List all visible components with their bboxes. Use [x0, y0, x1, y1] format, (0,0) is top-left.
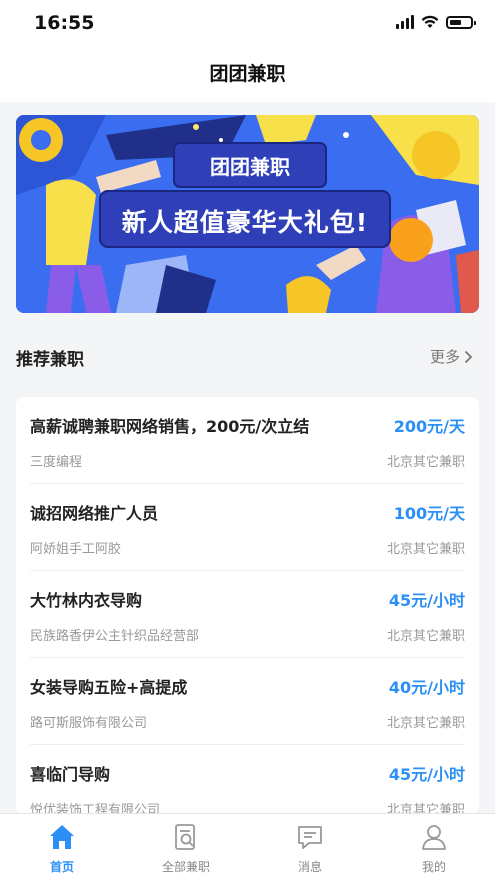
job-salary: 200元/天 — [393, 417, 465, 436]
job-title: 喜临门导购 — [30, 765, 111, 784]
job-company: 三度编程 — [30, 455, 83, 470]
tab-label: 全部兼职 — [161, 860, 210, 874]
section-title: 推荐兼职 — [16, 350, 84, 370]
status-icons — [396, 15, 476, 29]
chevron-right-icon — [464, 350, 473, 363]
status-bar: 16:55 — [0, 0, 495, 50]
job-list: 高薪诚聘兼职网络销售，200元/次立结 200元/天 三度编程 北京其它兼职 诚… — [16, 397, 479, 815]
tab-label: 我的 — [421, 860, 446, 874]
job-list-item[interactable]: 喜临门导购 45元/小时 悦优装饰工程有限公司 北京其它兼职 — [16, 745, 479, 815]
job-company: 路可斯服饰有限公司 — [30, 716, 148, 731]
banner-headline: 新人超值豪华大礼包! — [121, 208, 369, 237]
job-salary: 100元/天 — [393, 504, 465, 523]
bottom-tab-bar: 首页 全部兼职 消息 我的 — [0, 813, 495, 881]
job-location: 北京其它兼职 — [386, 716, 465, 731]
job-list-item[interactable]: 大竹林内衣导购 45元/小时 民族路香伊公主针织品经营部 北京其它兼职 — [16, 571, 479, 658]
more-link[interactable]: 更多 — [430, 346, 473, 367]
tab-label: 消息 — [297, 860, 322, 874]
battery-icon — [446, 15, 476, 29]
tab-all-jobs[interactable]: 全部兼职 — [124, 822, 248, 875]
job-salary: 40元/小时 — [388, 678, 465, 697]
job-company: 阿娇姐手工阿胶 — [30, 542, 122, 557]
signal-icon — [396, 15, 414, 29]
job-salary: 45元/小时 — [388, 591, 465, 610]
recommended-section-header: 推荐兼职 更多 — [0, 336, 495, 376]
job-title: 诚招网络推广人员 — [30, 504, 159, 523]
job-title: 大竹林内衣导购 — [30, 591, 143, 610]
banner-tag: 团团兼职 — [210, 155, 290, 179]
wifi-icon — [421, 15, 439, 28]
tab-home[interactable]: 首页 — [0, 822, 124, 875]
job-title: 高薪诚聘兼职网络销售，200元/次立结 — [30, 417, 310, 436]
job-list-item[interactable]: 诚招网络推广人员 100元/天 阿娇姐手工阿胶 北京其它兼职 — [16, 484, 479, 571]
job-company: 民族路香伊公主针织品经营部 — [30, 629, 200, 644]
navigation-bar: 团团兼职 — [0, 50, 495, 102]
job-title: 女装导购五险+高提成 — [30, 678, 188, 697]
job-salary: 45元/小时 — [388, 765, 465, 784]
job-location: 北京其它兼职 — [386, 629, 465, 644]
user-icon — [422, 825, 446, 850]
status-time: 16:55 — [34, 12, 95, 34]
tab-profile[interactable]: 我的 — [372, 822, 495, 875]
job-location: 北京其它兼职 — [386, 455, 465, 470]
document-search-icon — [175, 824, 195, 850]
page-title: 团团兼职 — [209, 63, 286, 85]
tab-label: 首页 — [49, 860, 74, 874]
message-icon — [298, 826, 322, 849]
job-list-item[interactable]: 高薪诚聘兼职网络销售，200元/次立结 200元/天 三度编程 北京其它兼职 — [16, 397, 479, 484]
job-list-item[interactable]: 女装导购五险+高提成 40元/小时 路可斯服饰有限公司 北京其它兼职 — [16, 658, 479, 745]
tab-messages[interactable]: 消息 — [248, 822, 372, 875]
promo-banner[interactable]: 团团兼职 新人超值豪华大礼包! — [16, 115, 479, 313]
job-location: 北京其它兼职 — [386, 542, 465, 557]
home-icon — [50, 825, 74, 849]
more-label: 更多 — [429, 348, 460, 366]
